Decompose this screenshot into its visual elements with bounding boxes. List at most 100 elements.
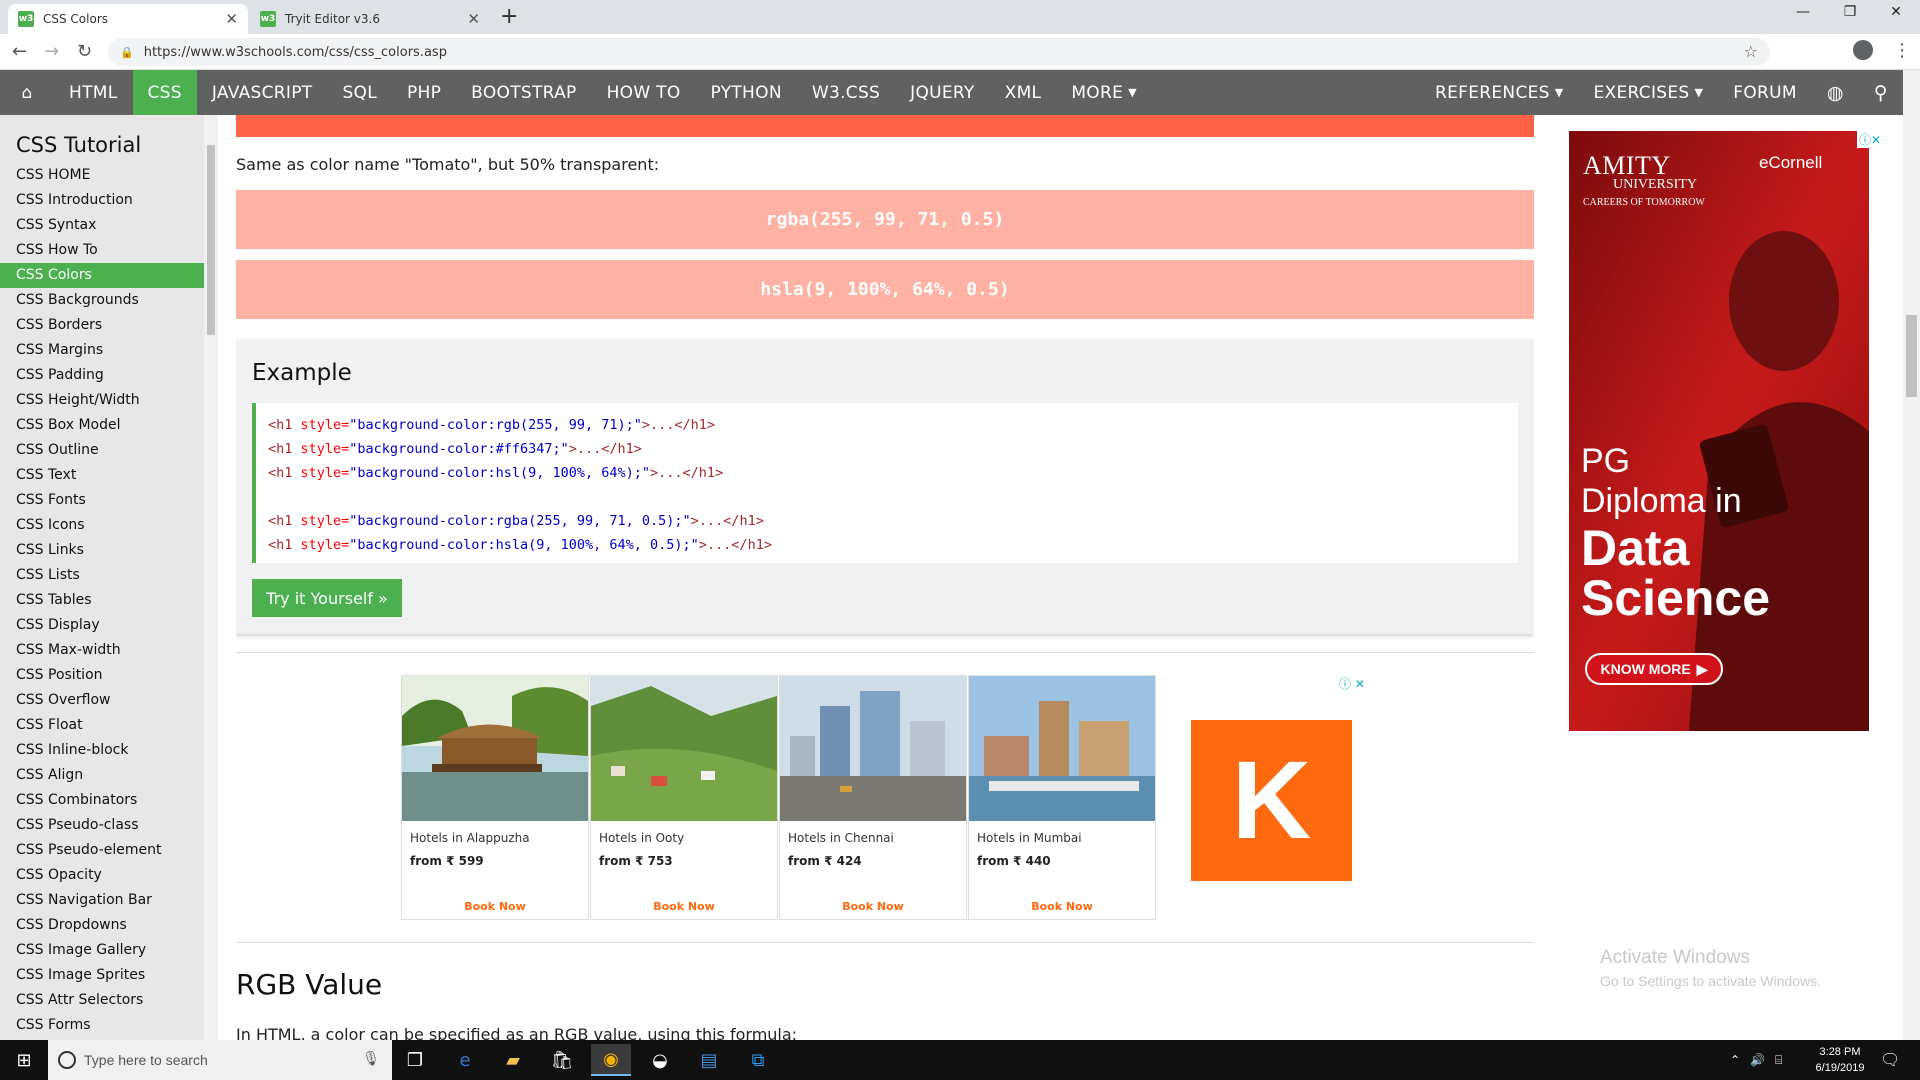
sidebar-scrollbar[interactable]	[204, 115, 218, 1040]
nav-php[interactable]: PHP	[392, 70, 456, 115]
app-icon[interactable]: ◒	[640, 1044, 680, 1076]
sidebar-item-css-image-gallery[interactable]: CSS Image Gallery	[0, 938, 204, 963]
hotel-card-alappuzha[interactable]: Hotels in Alappuzha from ₹ 599 Book Now	[401, 675, 589, 920]
sidebar-item-css-overflow[interactable]: CSS Overflow	[0, 688, 204, 713]
windows-start-icon[interactable]: ⊞	[0, 1040, 48, 1080]
sidebar-item-css-margins[interactable]: CSS Margins	[0, 338, 204, 363]
task-view-icon[interactable]: ❐	[395, 1044, 435, 1076]
sidebar-item-css-height-width[interactable]: CSS Height/Width	[0, 388, 204, 413]
nav-css[interactable]: CSS	[132, 70, 197, 115]
sidebar-item-css-text[interactable]: CSS Text	[0, 463, 204, 488]
page-scrollbar[interactable]	[1903, 70, 1920, 1040]
nav-bootstrap[interactable]: BOOTSTRAP	[456, 70, 591, 115]
reload-icon[interactable]: ↻	[77, 41, 92, 62]
adchoices-icon[interactable]: ⓘ✕	[1857, 131, 1884, 148]
sidebar-item-css-borders[interactable]: CSS Borders	[0, 313, 204, 338]
document-icon[interactable]: ▤	[689, 1044, 729, 1076]
chevron-up-icon[interactable]: ⌃	[1730, 1053, 1740, 1067]
sidebar-item-css-fonts[interactable]: CSS Fonts	[0, 488, 204, 513]
search-icon[interactable]: ⚲	[1859, 70, 1903, 115]
nav-html[interactable]: HTML	[54, 70, 133, 115]
nav-references[interactable]: REFERENCES ▼	[1420, 70, 1579, 115]
sidebar-scroll-thumb[interactable]	[207, 145, 215, 335]
nav-how-to[interactable]: HOW TO	[592, 70, 696, 115]
sidebar-item-css-inline-block[interactable]: CSS Inline-block	[0, 738, 204, 763]
sidebar-item-css-syntax[interactable]: CSS Syntax	[0, 213, 204, 238]
tab-tryit-editor[interactable]: w3 Tryit Editor v3.6 ✕	[250, 4, 490, 34]
nav-forum[interactable]: FORUM	[1718, 70, 1812, 115]
sidebar-item-css-home[interactable]: CSS HOME	[0, 163, 204, 188]
nav-jquery[interactable]: JQUERY	[895, 70, 990, 115]
sidebar-item-css-padding[interactable]: CSS Padding	[0, 363, 204, 388]
sidebar-item-css-colors[interactable]: CSS Colors	[0, 263, 204, 288]
know-more-button[interactable]: KNOW MORE ▶	[1585, 653, 1723, 685]
try-it-yourself-button[interactable]: Try it Yourself »	[252, 579, 402, 617]
profile-avatar-icon[interactable]	[1853, 40, 1873, 60]
kayak-logo[interactable]: K	[1191, 720, 1352, 881]
sidebar-item-css-align[interactable]: CSS Align	[0, 763, 204, 788]
sidebar-item-css-box-model[interactable]: CSS Box Model	[0, 413, 204, 438]
window-close-icon[interactable]: ✕	[1873, 4, 1919, 20]
close-icon[interactable]: ✕	[467, 10, 480, 28]
adchoices-icon[interactable]: ⓘ ✕	[1339, 675, 1365, 692]
amity-ad-banner[interactable]: AMITY UNIVERSITY CAREERS OF TOMORROW eCo…	[1569, 131, 1869, 731]
chrome-icon[interactable]: ◉	[591, 1044, 631, 1076]
nav-more[interactable]: MORE ▼	[1056, 70, 1152, 115]
store-icon[interactable]: 🛍	[542, 1044, 582, 1076]
sidebar-item-css-icons[interactable]: CSS Icons	[0, 513, 204, 538]
sidebar-item-css-navigation-bar[interactable]: CSS Navigation Bar	[0, 888, 204, 913]
nav-xml[interactable]: XML	[990, 70, 1057, 115]
hotel-card-ooty[interactable]: Hotels in Ooty from ₹ 753 Book Now	[590, 675, 778, 920]
file-explorer-icon[interactable]: ▰	[493, 1044, 533, 1076]
bookmark-star-icon[interactable]: ☆	[1744, 42, 1758, 61]
minimize-icon[interactable]: —	[1780, 4, 1826, 20]
book-now-link[interactable]: Book Now	[402, 900, 588, 913]
url-input[interactable]: 🔒 https://www.w3schools.com/css/css_colo…	[108, 38, 1770, 66]
sidebar-item-css-tables[interactable]: CSS Tables	[0, 588, 204, 613]
sidebar-item-css-backgrounds[interactable]: CSS Backgrounds	[0, 288, 204, 313]
sidebar-item-css-links[interactable]: CSS Links	[0, 538, 204, 563]
volume-icon[interactable]: 🔊	[1750, 1053, 1765, 1067]
nav-sql[interactable]: SQL	[327, 70, 392, 115]
browser-menu-icon[interactable]: ⋮	[1893, 40, 1911, 61]
sidebar-item-css-float[interactable]: CSS Float	[0, 713, 204, 738]
sidebar-item-css-opacity[interactable]: CSS Opacity	[0, 863, 204, 888]
new-tab-icon[interactable]: +	[500, 4, 518, 29]
book-now-link[interactable]: Book Now	[969, 900, 1155, 913]
vscode-icon[interactable]: ⧉	[738, 1044, 778, 1076]
sidebar-item-css-outline[interactable]: CSS Outline	[0, 438, 204, 463]
close-icon[interactable]: ✕	[225, 10, 238, 28]
network-icon[interactable]: ⌸	[1775, 1053, 1782, 1068]
sidebar-item-css-forms[interactable]: CSS Forms	[0, 1013, 204, 1038]
tab-css-colors[interactable]: w3 CSS Colors ✕	[8, 4, 248, 34]
nav-w3css[interactable]: W3.CSS	[797, 70, 895, 115]
nav-python[interactable]: PYTHON	[696, 70, 797, 115]
sidebar-item-css-lists[interactable]: CSS Lists	[0, 563, 204, 588]
taskbar-clock[interactable]: 3:28 PM 6/19/2019	[1800, 1044, 1880, 1076]
sidebar-item-css-attr-selectors[interactable]: CSS Attr Selectors	[0, 988, 204, 1013]
back-arrow-icon[interactable]: ←	[12, 41, 27, 62]
page-scroll-thumb[interactable]	[1906, 315, 1917, 397]
home-icon[interactable]: ⌂	[0, 70, 54, 115]
forward-arrow-icon[interactable]: →	[44, 41, 59, 62]
taskbar-search-input[interactable]: Type here to search 🎙	[48, 1040, 392, 1080]
microphone-icon[interactable]: 🎙	[362, 1051, 380, 1067]
sidebar-item-css-image-sprites[interactable]: CSS Image Sprites	[0, 963, 204, 988]
sidebar-item-css-pseudo-element[interactable]: CSS Pseudo-element	[0, 838, 204, 863]
sidebar-item-css-position[interactable]: CSS Position	[0, 663, 204, 688]
nav-javascript[interactable]: JAVASCRIPT	[197, 70, 328, 115]
hotel-card-chennai[interactable]: Hotels in Chennai from ₹ 424 Book Now	[779, 675, 967, 920]
sidebar-item-css-max-width[interactable]: CSS Max-width	[0, 638, 204, 663]
hotel-ad[interactable]: Hotels in Alappuzha from ₹ 599 Book Now …	[401, 675, 1369, 923]
sidebar-item-css-combinators[interactable]: CSS Combinators	[0, 788, 204, 813]
book-now-link[interactable]: Book Now	[780, 900, 966, 913]
globe-icon[interactable]: ◍	[1812, 70, 1859, 115]
restore-icon[interactable]: ❐	[1827, 4, 1873, 20]
sidebar-item-css-introduction[interactable]: CSS Introduction	[0, 188, 204, 213]
book-now-link[interactable]: Book Now	[591, 900, 777, 913]
hotel-card-mumbai[interactable]: Hotels in Mumbai from ₹ 440 Book Now	[968, 675, 1156, 920]
edge-icon[interactable]: e	[445, 1044, 485, 1076]
sidebar-item-css-dropdowns[interactable]: CSS Dropdowns	[0, 913, 204, 938]
sidebar-item-css-display[interactable]: CSS Display	[0, 613, 204, 638]
nav-exercises[interactable]: EXERCISES ▼	[1579, 70, 1719, 115]
